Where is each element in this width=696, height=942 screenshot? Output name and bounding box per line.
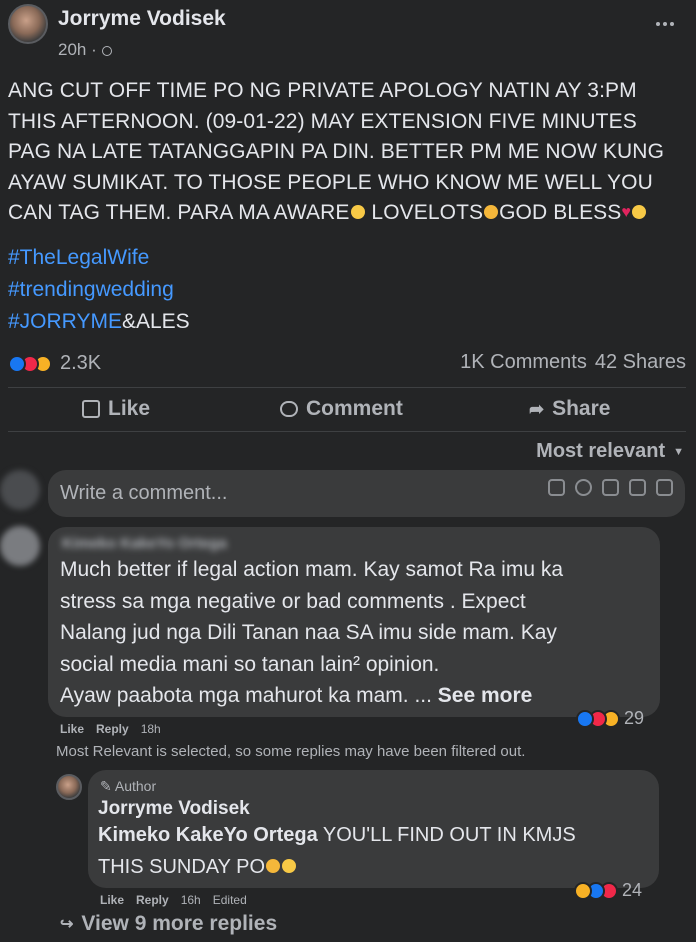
post-body: ANG CUT OFF TIME PO NG PRIVATE APOLOGY N… xyxy=(8,76,692,229)
comment-bubble: Kimeko KakeYo Ortega Much better if lega… xyxy=(48,527,660,717)
post-line: CAN TAG THEM. PARA MA AWARE LOVELOTS GOD … xyxy=(8,198,692,229)
emoji-icon[interactable] xyxy=(575,479,592,496)
comment-time[interactable]: 18h xyxy=(141,722,161,736)
post-line: ANG CUT OFF TIME PO NG PRIVATE APOLOGY N… xyxy=(8,79,637,102)
reply-like-button[interactable]: Like xyxy=(100,893,124,907)
globe-icon xyxy=(101,45,112,56)
divider xyxy=(8,387,686,388)
comment-text: Much better if legal action mam. Kay sam… xyxy=(60,558,564,707)
post-line: PAG NA LATE TATANGGAPIN PA DIN. BETTER P… xyxy=(8,140,665,163)
reply-bubble: ✎ Author Jorryme Vodisek Kimeko KakeYo O… xyxy=(88,770,659,888)
see-more-link[interactable]: See more xyxy=(438,684,533,707)
hashtag-link[interactable]: #JORRYME xyxy=(8,310,122,333)
pencil-icon: ✎ xyxy=(100,778,112,794)
more-options-icon[interactable] xyxy=(656,22,674,26)
share-button[interactable]: ➦ Share xyxy=(529,397,610,421)
heart-emoji-icon: ♥ xyxy=(621,204,632,222)
filter-note: Most Relevant is selected, so some repli… xyxy=(56,743,526,760)
comment-sort-dropdown[interactable]: Most relevant ▼ xyxy=(536,440,684,463)
kiss-emoji-icon xyxy=(484,205,499,220)
hashtag-line: #JORRYME&ALES xyxy=(8,310,190,333)
author-badge: ✎ Author xyxy=(100,778,157,794)
hashtag-link[interactable]: #trendingwedding xyxy=(8,274,190,306)
post-author-name[interactable]: Jorryme Vodisek xyxy=(58,7,226,31)
smile-emoji-icon xyxy=(282,859,297,874)
comment-like-button[interactable]: Like xyxy=(60,722,84,736)
engagement-stats: 1K Comments 42 Shares xyxy=(460,351,686,374)
like-reaction-icon xyxy=(576,709,594,728)
comment-reactions[interactable]: 29 xyxy=(576,708,644,729)
comments-count-link[interactable]: 1K Comments xyxy=(460,351,587,374)
mention-link[interactable]: Kimeko KakeYo Ortega xyxy=(98,824,318,846)
gif-icon[interactable] xyxy=(629,479,646,496)
chevron-down-icon: ▼ xyxy=(673,445,684,458)
commenter-avatar[interactable] xyxy=(0,526,40,566)
reply-text: Kimeko KakeYo Ortega YOU'LL FIND OUT IN … xyxy=(98,824,576,878)
reply-reply-button[interactable]: Reply xyxy=(136,893,169,907)
hashtags: #TheLegalWife #trendingwedding #JORRYME&… xyxy=(8,242,190,338)
viewer-avatar xyxy=(0,470,40,510)
reply-actions: Like Reply 16h Edited xyxy=(100,893,247,907)
comment-actions: Like Reply 18h xyxy=(60,722,161,736)
smile-emoji-icon xyxy=(350,205,365,220)
reply-reactions[interactable]: 24 xyxy=(574,880,642,901)
thumbs-up-icon xyxy=(82,400,100,418)
blush-emoji-icon xyxy=(632,205,647,220)
comment-button[interactable]: Comment xyxy=(280,397,403,421)
comment-bubble-icon xyxy=(280,401,298,417)
view-more-replies-button[interactable]: ↪ View 9 more replies xyxy=(60,912,277,936)
shares-count-link[interactable]: 42 Shares xyxy=(595,351,686,374)
post-line: THIS AFTERNOON. (09-01-22) MAY EXTENSION… xyxy=(8,109,637,133)
sticker-alt-icon[interactable] xyxy=(656,479,673,496)
post-time[interactable]: 20h xyxy=(58,40,86,59)
reply-time[interactable]: 16h xyxy=(181,893,201,907)
comment-author-blurred[interactable]: Kimeko KakeYo Ortega xyxy=(62,535,227,552)
meta-separator: · xyxy=(91,40,97,59)
sticker-icon[interactable] xyxy=(548,479,565,496)
post-timestamp[interactable]: 20h · xyxy=(58,40,112,60)
reply-author-name[interactable]: Jorryme Vodisek xyxy=(98,798,250,820)
comment-reply-button[interactable]: Reply xyxy=(96,722,129,736)
author-avatar[interactable] xyxy=(8,4,48,44)
edited-label: Edited xyxy=(212,893,247,907)
comment-placeholder: Write a comment... xyxy=(60,482,228,504)
write-comment-input[interactable]: Write a comment... xyxy=(48,470,685,517)
wow-reaction-icon xyxy=(574,881,592,900)
camera-icon[interactable] xyxy=(602,479,619,496)
reply-author-avatar[interactable] xyxy=(56,774,82,800)
reaction-summary[interactable]: 2.3K xyxy=(8,352,101,375)
composer-tools xyxy=(548,479,673,496)
reply-arrow-icon: ↪ xyxy=(60,916,74,933)
kiss-emoji-icon xyxy=(266,859,281,874)
like-button[interactable]: Like xyxy=(82,397,150,421)
reaction-count: 2.3K xyxy=(60,352,102,374)
like-reaction-icon xyxy=(8,354,26,373)
hashtag-link[interactable]: #TheLegalWife xyxy=(8,242,190,274)
post-line: AYAW SUMIKAT. TO THOSE PEOPLE WHO KNOW M… xyxy=(8,170,653,194)
share-arrow-icon: ➦ xyxy=(529,398,545,419)
divider xyxy=(8,431,686,432)
